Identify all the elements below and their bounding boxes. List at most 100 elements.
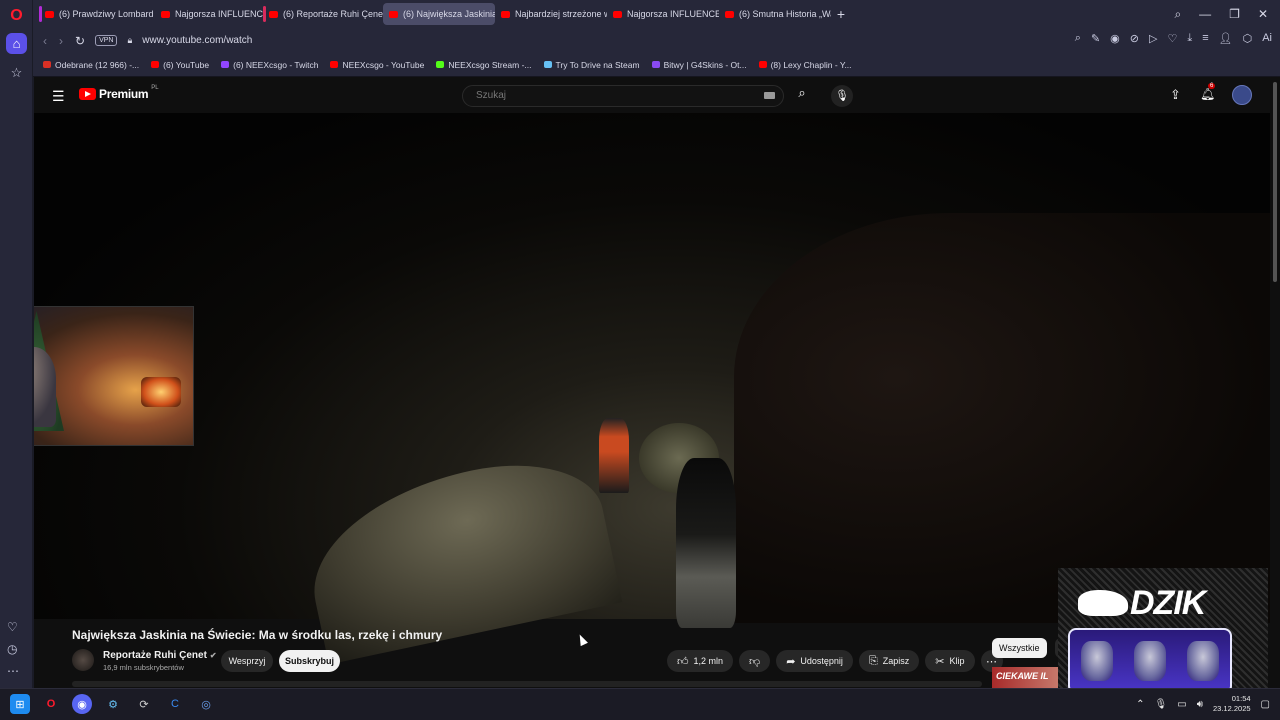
fireplace <box>141 377 181 407</box>
notification-center-icon[interactable]: ▢ <box>1261 699 1270 710</box>
video-title: Największa Jaskinia na Świecie: Ma w śro… <box>72 628 443 642</box>
tab-6[interactable]: (6) Smutna Historia „Wald <box>719 3 831 25</box>
share-label: Udostępnij <box>800 656 843 666</box>
save-label: Zapisz <box>882 656 910 666</box>
search-input[interactable]: Szukaj <box>462 85 784 107</box>
search-tabs-icon[interactable]: ⌕ <box>1174 7 1181 22</box>
tab-5[interactable]: Najgorsza INFLUENCERKA <box>607 3 719 25</box>
bookmark-5[interactable]: Try To Drive na Steam <box>543 60 640 70</box>
search-icon[interactable]: ⌕ <box>790 85 814 107</box>
steam-icon[interactable]: ⚙ <box>103 694 123 714</box>
history-icon[interactable]: ◷ <box>7 642 17 656</box>
star-icon[interactable]: ☆ <box>6 62 27 83</box>
hamburger-menu-icon[interactable]: ☰ <box>52 88 65 105</box>
tab-2[interactable]: (6) Reportaże Ruhi Çenet <box>263 3 383 25</box>
bookmark-label: NEEXcsgo - YouTube <box>342 59 425 70</box>
steam-icon <box>543 61 552 68</box>
bell-icon[interactable]: 🔔︎ 6 <box>1200 83 1216 101</box>
url-field[interactable]: www.youtube.com/watch <box>142 35 252 46</box>
bookmark-3[interactable]: NEEXcsgo - YouTube <box>330 60 424 70</box>
tab-strip: (6) Prawdziwy Lombard - Najgorsza INFLUE… <box>33 0 1280 28</box>
vpn-badge[interactable]: VPN <box>95 35 118 46</box>
network-icon[interactable]: ▭ <box>1177 699 1186 710</box>
subscribe-button[interactable]: Subskrybuj <box>279 650 340 672</box>
keyboard-icon[interactable] <box>764 92 775 99</box>
microphone-icon[interactable]: 🎙︎ <box>831 85 853 107</box>
search-placeholder: Szukaj <box>476 90 507 101</box>
bookmark-4[interactable]: NEEXcsgo Stream -... <box>436 60 532 70</box>
app-blue-icon[interactable]: ◎ <box>196 694 216 714</box>
youtube-favicon-icon <box>45 10 54 18</box>
share-button[interactable]: ➦ Udostępnij <box>776 650 853 672</box>
opera-icon[interactable]: O <box>41 694 61 714</box>
clip-button[interactable]: ✂ Klip <box>925 650 975 672</box>
download-icon[interactable]: ⤓ <box>1187 32 1192 45</box>
nav-buttons: ‹ › ↻ <box>33 34 85 48</box>
adblock-icon[interactable]: ⊘ <box>1130 32 1139 45</box>
bookmark-label: Bitwy | G4Skins - Ot... <box>663 59 747 70</box>
forward-icon[interactable]: › <box>59 34 63 48</box>
bookmark-1[interactable]: (6) YouTube <box>151 60 209 70</box>
lock-icon[interactable]: 🔒︎ <box>127 35 132 46</box>
save-button[interactable]: ⎘ Zapisz <box>858 650 920 672</box>
tab-label: Najbardziej strzeżone wię <box>515 9 607 19</box>
back-icon[interactable]: ‹ <box>43 34 47 48</box>
menu-icon[interactable]: ≡ <box>1202 32 1208 45</box>
reload-icon[interactable]: ↻ <box>75 34 85 48</box>
ai-button[interactable]: Ai <box>1262 32 1272 45</box>
minimize-button[interactable]: — <box>1199 7 1211 21</box>
heart-icon[interactable]: ♡ <box>1167 32 1177 45</box>
youtube-favicon-icon <box>758 61 767 68</box>
tab-1[interactable]: Najgorsza INFLUENCERKA <box>155 3 263 25</box>
bookmark-6[interactable]: Bitwy | G4Skins - Ot... <box>651 59 747 70</box>
camera-icon[interactable]: ◉ <box>1110 32 1120 45</box>
channel-avatar[interactable] <box>72 649 94 671</box>
tab-3[interactable]: (6) Największa Jaskinia <box>383 3 495 25</box>
more-icon[interactable]: ⋯ <box>7 664 19 678</box>
tab-4[interactable]: Najbardziej strzeżone wię <box>495 3 607 25</box>
dislike-button[interactable]: 👎︎ <box>739 650 771 672</box>
video-player[interactable] <box>34 113 1270 665</box>
heart-icon[interactable]: ♡ <box>7 620 18 634</box>
taskbar-apps: ⊞ O ◉ ⚙ ⟳ C ◎ <box>10 694 216 714</box>
close-button[interactable]: ✕ <box>1258 7 1268 21</box>
clock[interactable]: 01:54 23.12.2025 <box>1213 694 1251 714</box>
bookmark-7[interactable]: (8) Lexy Chaplin - Y... <box>758 59 852 70</box>
microphone-icon[interactable]: 🎙︎ <box>1155 699 1168 710</box>
volume-icon[interactable]: 🔊︎ <box>1197 699 1203 710</box>
chevron-up-icon[interactable]: ⌃ <box>1136 699 1144 710</box>
support-button[interactable]: Wesprzyj <box>221 650 273 672</box>
scrollbar-thumb[interactable] <box>1273 82 1277 282</box>
home-icon[interactable]: ⌂ <box>6 33 27 54</box>
bookmark-0[interactable]: Odebrane (12 966) -... <box>43 60 139 70</box>
scrollbar[interactable] <box>1270 77 1280 688</box>
upload-icon[interactable]: ⇪ <box>1170 87 1181 103</box>
sidebar: O ⌂ ☆ ♡ ◷ ⋯ <box>0 0 33 688</box>
notification-badge: 6 <box>1208 83 1216 89</box>
profile-icon[interactable]: 👤︎ <box>1219 32 1233 45</box>
tab-0[interactable]: (6) Prawdziwy Lombard - <box>39 3 155 25</box>
chip-all[interactable]: Wszystkie <box>992 638 1047 658</box>
new-tab-button[interactable]: + <box>831 6 851 22</box>
bookmark-label: (8) Lexy Chaplin - Y... <box>770 59 852 70</box>
edit-icon[interactable]: ✎ <box>1091 32 1100 45</box>
player-icon[interactable]: ▷ <box>1149 32 1157 45</box>
discord-icon[interactable]: ◉ <box>72 694 92 714</box>
avatar[interactable] <box>1232 85 1252 105</box>
app-c-icon[interactable]: C <box>165 694 185 714</box>
extensions-icon[interactable]: ⬡ <box>1243 32 1253 45</box>
channel-name[interactable]: Reportaże Ruhi Çenet ✔ <box>103 650 217 661</box>
app-icon[interactable]: ⟳ <box>134 694 154 714</box>
bookmark-label: (6) NEEXcsgo - Twitch <box>233 59 319 70</box>
youtube-premium-logo[interactable]: Premium PL <box>79 85 159 101</box>
kick-icon <box>436 61 445 68</box>
bookmark-2[interactable]: (6) NEEXcsgo - Twitch <box>221 60 318 70</box>
maximize-button[interactable]: ❐ <box>1229 7 1240 21</box>
emote-face <box>1133 641 1166 681</box>
youtube-favicon-icon <box>501 10 510 18</box>
windows-start-icon[interactable]: ⊞ <box>10 694 30 714</box>
like-button[interactable]: 👍︎ 1,2 mln <box>667 650 734 672</box>
zoom-icon[interactable]: ⌕ <box>1075 32 1081 45</box>
opera-logo-icon[interactable]: O <box>6 5 27 26</box>
description-box[interactable] <box>72 681 982 687</box>
